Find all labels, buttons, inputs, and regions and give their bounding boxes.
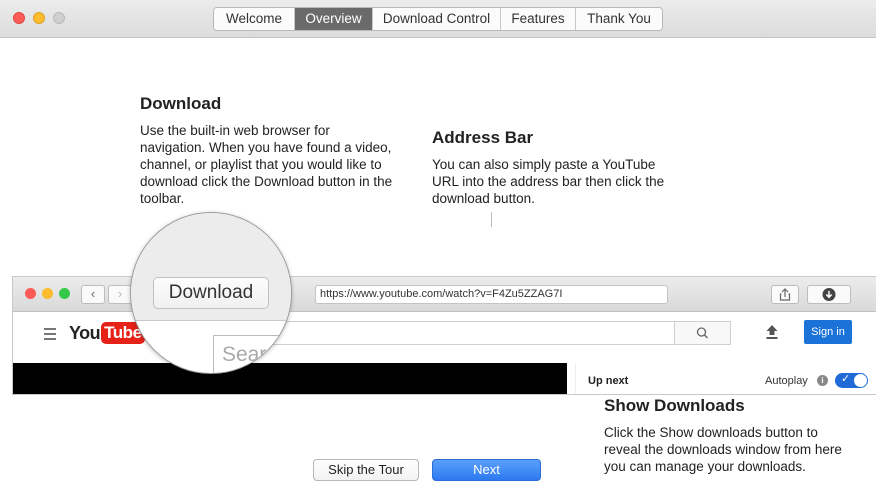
address-bar-description: You can also simply paste a YouTube URL …	[432, 157, 665, 206]
close-window-button[interactable]	[13, 12, 25, 24]
zoom-window-button[interactable]	[53, 12, 65, 24]
youtube-logo[interactable]: You Tube	[69, 320, 145, 346]
magnified-search-field: Sear	[213, 335, 291, 373]
upload-icon[interactable]	[765, 324, 779, 340]
address-bar-input[interactable]: https://www.youtube.com/watch?v=F4Zu5ZZA…	[315, 285, 668, 304]
tab-thank-you[interactable]: Thank You	[576, 8, 662, 30]
share-button[interactable]	[771, 285, 799, 304]
show-downloads-heading: Show Downloads	[604, 396, 745, 415]
tab-download-control[interactable]: Download Control	[373, 8, 501, 30]
download-heading: Download	[140, 94, 222, 113]
address-bar-heading: Address Bar	[432, 128, 534, 147]
browser-close-dot	[25, 288, 36, 299]
tour-tabs: Welcome Overview Download Control Featur…	[213, 7, 663, 31]
youtube-search-button[interactable]	[675, 321, 731, 345]
sign-in-button[interactable]: Sign in	[804, 320, 852, 344]
check-icon: ✓	[841, 373, 851, 385]
magnified-download-button[interactable]: Download	[153, 277, 269, 309]
tab-welcome[interactable]: Welcome	[214, 8, 295, 30]
back-button[interactable]: ‹	[81, 285, 105, 304]
next-button[interactable]: Next	[432, 459, 541, 481]
autoplay-label: Autoplay	[765, 375, 808, 387]
browser-zoom-dot	[59, 288, 70, 299]
window-titlebar: Welcome Overview Download Control Featur…	[0, 0, 876, 38]
show-downloads-description: Click the Show downloads button to revea…	[604, 425, 842, 474]
show-downloads-button[interactable]	[807, 285, 851, 304]
browser-minimize-dot	[42, 288, 53, 299]
minimize-window-button[interactable]	[33, 12, 45, 24]
chevron-right-icon: ›	[117, 286, 123, 301]
chevron-left-icon: ‹	[90, 286, 96, 301]
autoplay-toggle[interactable]: ✓	[835, 373, 868, 388]
up-next-label: Up next	[588, 375, 629, 387]
download-button-magnifier: Download Sear	[130, 212, 292, 374]
download-circle-icon	[822, 288, 836, 301]
download-description: Use the built-in web browser for navigat…	[140, 123, 393, 206]
tab-features[interactable]: Features	[501, 8, 576, 30]
forward-button[interactable]: ›	[108, 285, 132, 304]
menu-icon[interactable]	[44, 328, 56, 343]
toggle-knob	[854, 374, 867, 387]
skip-tour-button[interactable]: Skip the Tour	[313, 459, 419, 481]
search-icon	[696, 327, 708, 339]
share-icon	[779, 288, 791, 301]
info-icon[interactable]: i	[817, 375, 828, 386]
address-bar-pointer-line	[491, 212, 492, 227]
tab-overview[interactable]: Overview	[295, 8, 373, 30]
